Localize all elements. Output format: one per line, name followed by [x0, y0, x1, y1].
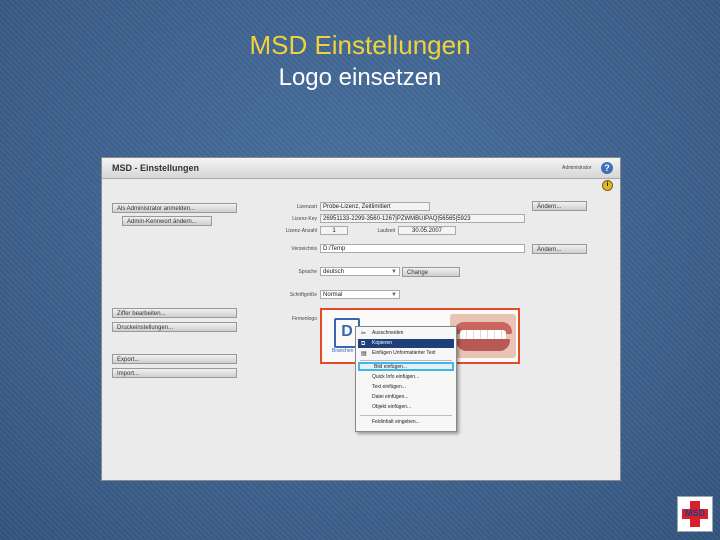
menu-item-insert-object[interactable]: Objekt einfügen...	[358, 403, 454, 412]
license-type-label: Lizenzart	[296, 204, 317, 210]
info-icon[interactable]: i	[602, 180, 613, 191]
language-select[interactable]: deutsch ▼	[320, 267, 400, 276]
menu-item-insert-quickinfo[interactable]: Quick Info einfügen...	[358, 373, 454, 382]
window-header: MSD - Einstellungen Administrator ?	[102, 158, 620, 179]
slide-title: MSD Einstellungen	[249, 30, 471, 60]
chevron-down-icon: ▼	[391, 269, 397, 275]
menu-item-insert-text[interactable]: Text einfügen...	[358, 383, 454, 392]
admin-password-button[interactable]: Admin-Kennwort ändern...	[122, 216, 212, 226]
license-key-label: Lizenz-Key	[292, 216, 317, 222]
expiry-field: 30.05.2007	[398, 226, 456, 235]
expiry-label: Laufzeit	[377, 228, 395, 234]
license-key-field: 26951133-2299-3560-1267|PZWMBUIPAQ|56565…	[320, 214, 525, 223]
window-title: MSD - Einstellungen	[112, 163, 200, 173]
menu-item-insert-image[interactable]: Bild einfügen...	[358, 362, 454, 371]
admin-label: Administrator	[562, 165, 592, 171]
menu-item-insert-file[interactable]: Datei einfügen...	[358, 393, 454, 402]
admin-login-button[interactable]: Als Administrator anmelden...	[112, 203, 237, 213]
directory-label: Verzeichnis	[291, 246, 317, 252]
slide-subtitle: Logo einsetzen	[278, 64, 442, 91]
directory-field[interactable]: D:/Temp	[320, 244, 525, 253]
logo-label: Firmenlogo	[291, 316, 317, 322]
menu-item-paste-plain[interactable]: ▤ Einfügen Unformatierter Text	[358, 349, 454, 358]
menu-item-copy[interactable]: ⧉ Kopieren	[358, 339, 454, 348]
logo-caption: Branchen	[332, 348, 354, 354]
language-label: Sprache	[298, 269, 317, 275]
import-button[interactable]: Import...	[112, 368, 237, 378]
chevron-down-icon: ▼	[391, 292, 397, 298]
export-button[interactable]: Export...	[112, 354, 237, 364]
print-settings-button[interactable]: Druckeinstellungen...	[112, 322, 237, 332]
help-icon[interactable]: ?	[601, 162, 613, 174]
copy-icon: ⧉	[361, 341, 366, 347]
font-size-value: Normal	[323, 292, 343, 298]
edit-items-button[interactable]: Ziffer bearbeiten...	[112, 308, 237, 318]
font-size-label: Schriftgröße	[289, 292, 317, 298]
language-change-button[interactable]: Change	[402, 267, 460, 277]
context-menu: ✂ Ausschneiden ⧉ Kopieren ▤ Einfügen Unform…	[355, 326, 457, 432]
license-type-field: Probe-Lizenz, Zeitlimitiert	[320, 202, 430, 211]
scissors-icon: ✂	[361, 331, 367, 337]
menu-item-field-content[interactable]: Feldinhalt eingeben...	[358, 418, 454, 427]
paste-icon: ▤	[361, 351, 367, 357]
msd-corner-logo: MSD	[677, 496, 713, 532]
license-change-button[interactable]: Ändern...	[532, 201, 587, 211]
directory-change-button[interactable]: Ändern...	[532, 244, 587, 254]
font-size-select[interactable]: Normal ▼	[320, 290, 400, 299]
language-value: deutsch	[323, 269, 345, 275]
corner-logo-text: MSD	[685, 508, 705, 518]
menu-item-cut[interactable]: ✂ Ausschneiden	[358, 329, 454, 338]
smile-image	[450, 314, 516, 358]
license-count-label: Lizenz-Anzahl	[285, 228, 317, 234]
license-count-field: 1	[320, 226, 348, 235]
settings-window: MSD - Einstellungen Administrator ? i Al…	[101, 157, 621, 481]
